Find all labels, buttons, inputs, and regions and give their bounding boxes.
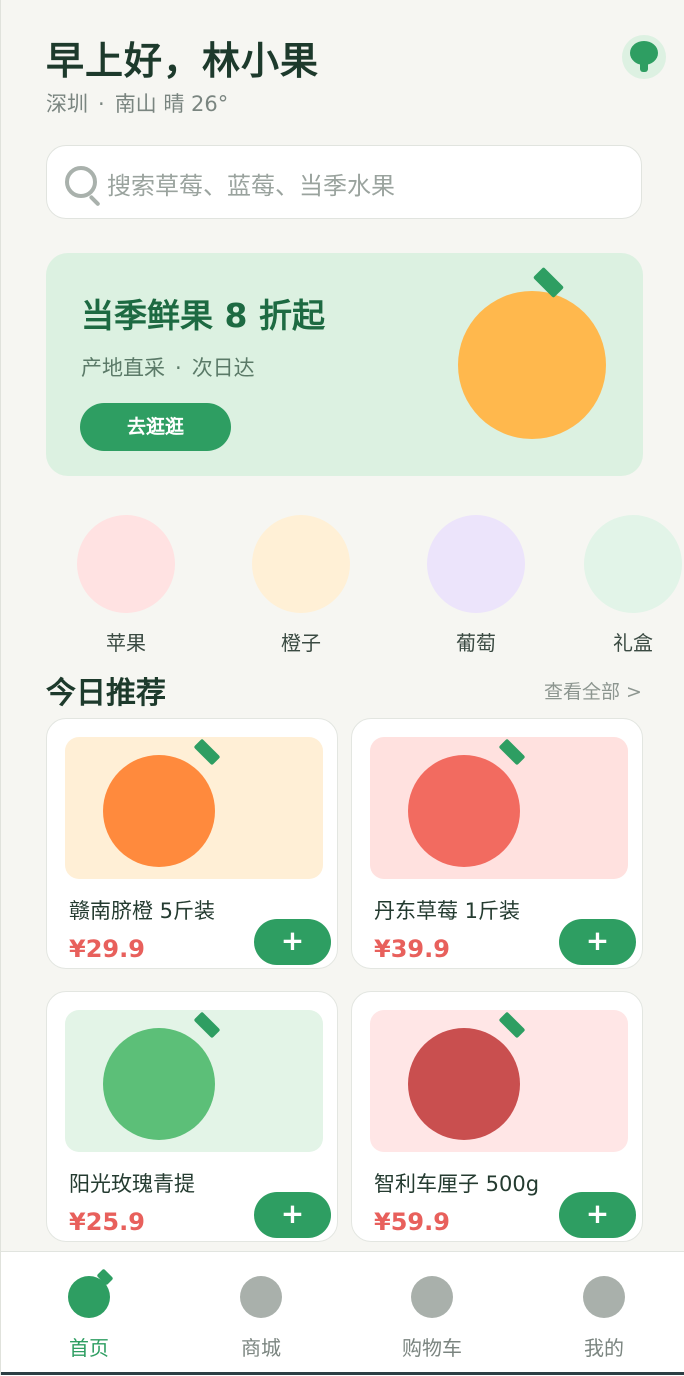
banner-sub-right: 次日达: [191, 356, 255, 380]
search-icon: [65, 166, 101, 207]
category-label: 苹果: [106, 631, 146, 655]
nav-label: 我的: [584, 1336, 624, 1360]
product-image: [370, 1010, 628, 1152]
location-weather: 深圳 · 南山 晴 26°: [46, 88, 228, 118]
banner-subtitle: 产地直采 · 次日达: [81, 352, 255, 382]
product-name: 丹东草莓 1斤装: [374, 899, 521, 923]
search-input[interactable]: 搜索草莓、蓝莓、当季水果: [46, 145, 642, 219]
product-name: 赣南脐橙 5斤装: [69, 899, 216, 923]
app-screen: 早上好，林小果 深圳 · 南山 晴 26° 搜索草莓、蓝莓、当季水果 当季鲜果 8 …: [0, 0, 684, 1376]
nav-item-cart[interactable]: 购物车: [372, 1252, 492, 1361]
product-card[interactable]: 智利车厘子 500g ¥59.9 +: [351, 991, 643, 1242]
separator-dot: ·: [98, 92, 105, 116]
product-price: ¥25.9: [69, 1208, 145, 1236]
nav-label: 首页: [69, 1336, 109, 1360]
add-to-cart-button[interactable]: +: [559, 1192, 636, 1238]
leaf-icon: [193, 738, 221, 766]
add-to-cart-button[interactable]: +: [559, 919, 636, 965]
category-circle-icon: [584, 515, 682, 613]
greeting-title: 早上好，林小果: [46, 39, 320, 83]
category-label: 葡萄: [456, 631, 496, 655]
bottom-nav: 首页 商城 购物车 我的: [1, 1251, 684, 1376]
profile-icon: [583, 1276, 625, 1318]
nav-item-shop[interactable]: 商城: [201, 1252, 321, 1361]
shop-icon: [240, 1276, 282, 1318]
product-card[interactable]: 赣南脐橙 5斤装 ¥29.9 +: [46, 718, 338, 969]
product-image: [65, 1010, 323, 1152]
banner-sub-left: 产地直采: [81, 356, 165, 380]
see-all-link[interactable]: 查看全部 >: [544, 677, 642, 704]
product-image: [65, 737, 323, 879]
banner-separator: ·: [175, 356, 182, 380]
avatar-neck-icon: [640, 60, 648, 72]
category-circle-icon: [427, 515, 525, 613]
category-circle-icon: [77, 515, 175, 613]
product-card[interactable]: 丹东草莓 1斤装 ¥39.9 +: [351, 718, 643, 969]
product-name: 阳光玫瑰青提: [69, 1172, 195, 1196]
banner-title: 当季鲜果 8 折起: [81, 296, 325, 335]
category-grape[interactable]: 葡萄: [427, 515, 525, 656]
city-label: 深圳: [46, 92, 88, 116]
grape-fruit-icon: [103, 1028, 215, 1140]
avatar[interactable]: [622, 35, 666, 79]
product-name: 智利车厘子 500g: [374, 1172, 540, 1196]
nav-item-home[interactable]: 首页: [29, 1252, 149, 1361]
category-orange[interactable]: 橙子: [252, 515, 350, 656]
category-gift-box[interactable]: 礼盒: [584, 515, 682, 656]
search-placeholder: 搜索草莓、蓝莓、当季水果: [107, 172, 395, 200]
orange-fruit-icon: [103, 755, 215, 867]
weather-label: 南山 晴 26°: [114, 92, 229, 116]
banner-cta-button[interactable]: 去逛逛: [80, 403, 231, 451]
cherry-fruit-icon: [408, 1028, 520, 1140]
add-to-cart-button[interactable]: +: [254, 1192, 331, 1238]
product-card[interactable]: 阳光玫瑰青提 ¥25.9 +: [46, 991, 338, 1242]
leaf-icon: [193, 1011, 221, 1039]
product-price: ¥39.9: [374, 935, 450, 963]
cart-icon: [411, 1276, 453, 1318]
leaf-icon: [498, 1011, 526, 1039]
product-price: ¥29.9: [69, 935, 145, 963]
product-price: ¥59.9: [374, 1208, 450, 1236]
nav-item-profile[interactable]: 我的: [544, 1252, 664, 1361]
category-label: 礼盒: [613, 631, 653, 655]
add-to-cart-button[interactable]: +: [254, 919, 331, 965]
nav-label: 商城: [241, 1336, 281, 1360]
promo-banner[interactable]: 当季鲜果 8 折起 产地直采 · 次日达 去逛逛: [46, 253, 643, 476]
section-title: 今日推荐: [46, 676, 166, 711]
leaf-icon: [498, 738, 526, 766]
home-icon: [68, 1268, 114, 1318]
orange-fruit-icon: [458, 291, 606, 439]
category-label: 橙子: [281, 631, 321, 655]
product-image: [370, 737, 628, 879]
category-circle-icon: [252, 515, 350, 613]
nav-label: 购物车: [402, 1336, 462, 1360]
strawberry-fruit-icon: [408, 755, 520, 867]
category-apple[interactable]: 苹果: [77, 515, 175, 656]
